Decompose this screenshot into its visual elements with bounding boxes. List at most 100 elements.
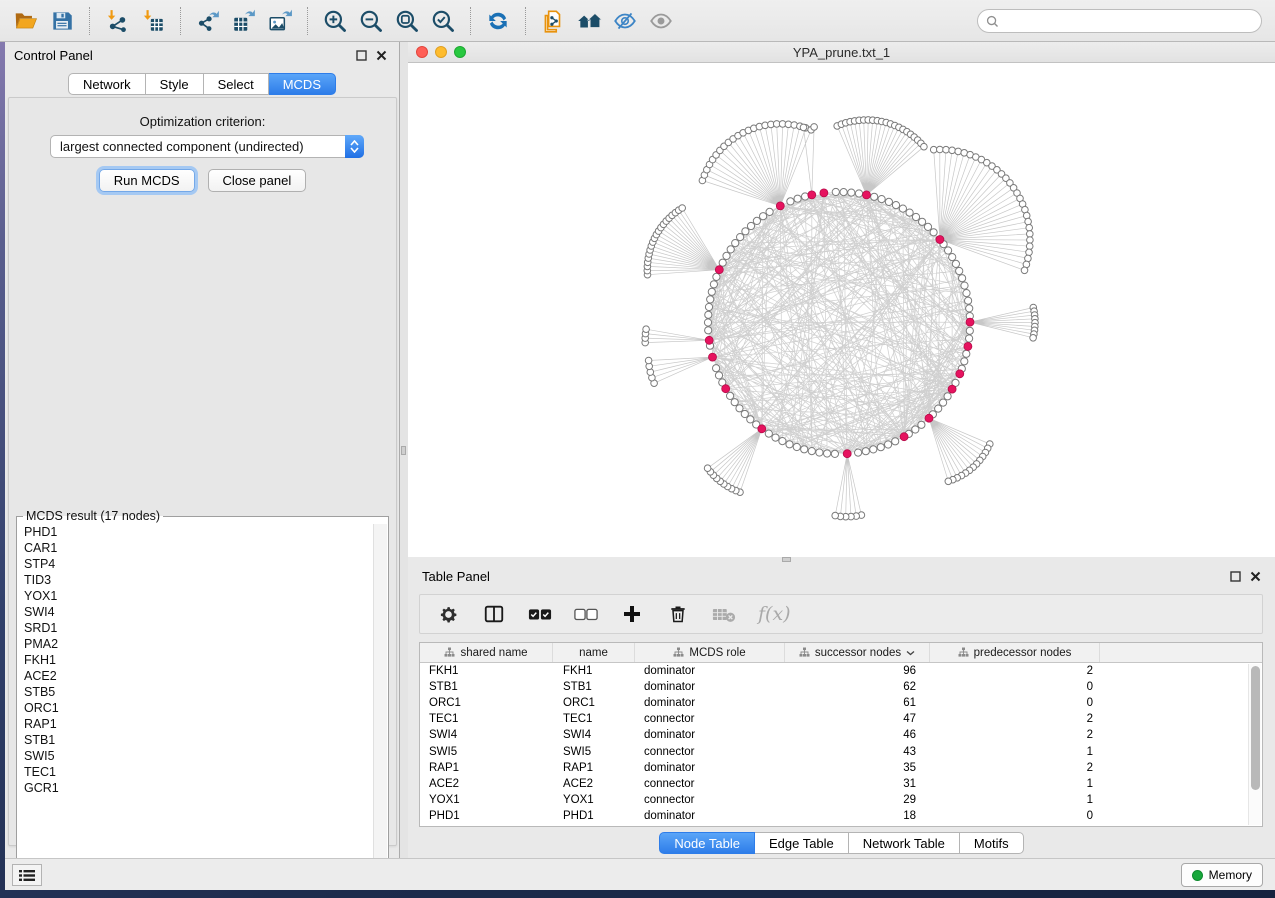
network-node[interactable] <box>715 372 722 379</box>
cell-predecessor-nodes[interactable]: 2 <box>930 762 1100 774</box>
run-mcds-button[interactable]: Run MCDS <box>99 169 195 192</box>
column-header-successor-nodes[interactable]: successor nodes <box>785 643 930 662</box>
apply-layout-icon[interactable] <box>480 4 516 38</box>
cell-predecessor-nodes[interactable]: 2 <box>930 729 1100 741</box>
mcds-node[interactable] <box>776 202 784 210</box>
tab-node-table[interactable]: Node Table <box>659 832 755 854</box>
tab-motifs[interactable]: Motifs <box>960 832 1024 854</box>
network-node[interactable] <box>966 327 973 334</box>
network-node[interactable] <box>753 217 760 224</box>
network-node[interactable] <box>848 189 855 196</box>
network-node[interactable] <box>940 399 947 406</box>
network-node[interactable] <box>779 438 786 445</box>
mcds-result-item[interactable]: TID3 <box>19 572 373 588</box>
network-node[interactable] <box>949 254 956 261</box>
table-row[interactable]: ACE2ACE2connector311 <box>420 776 1262 792</box>
network-node[interactable] <box>862 448 869 455</box>
mcds-node[interactable] <box>705 336 713 344</box>
table-row[interactable]: RAP1RAP1dominator352 <box>420 760 1262 776</box>
network-node[interactable] <box>870 446 877 453</box>
cell-successor-nodes[interactable]: 96 <box>785 665 930 677</box>
network-node[interactable] <box>961 358 968 365</box>
column-header-predecessor-nodes[interactable]: predecessor nodes <box>930 643 1100 662</box>
mcds-node[interactable] <box>964 342 972 350</box>
mcds-node[interactable] <box>722 385 730 393</box>
mcds-node[interactable] <box>709 353 717 361</box>
cell-predecessor-nodes[interactable]: 2 <box>930 665 1100 677</box>
network-node[interactable] <box>919 218 926 225</box>
delete-column-icon[interactable] <box>666 602 690 626</box>
cell-mcds-role[interactable]: dominator <box>635 697 785 709</box>
show-columns-icon[interactable] <box>482 602 506 626</box>
close-panel-icon[interactable] <box>376 50 387 61</box>
network-node[interactable] <box>679 205 686 212</box>
network-node[interactable] <box>719 259 726 266</box>
network-node[interactable] <box>831 450 838 457</box>
network-node[interactable] <box>935 405 942 412</box>
network-node[interactable] <box>811 124 818 131</box>
network-node[interactable] <box>727 392 734 399</box>
table-row[interactable]: SWI4SWI4dominator462 <box>420 727 1262 743</box>
cell-mcds-role[interactable]: dominator <box>635 729 785 741</box>
network-node[interactable] <box>1021 267 1028 274</box>
network-node[interactable] <box>723 252 730 259</box>
network-node[interactable] <box>961 282 968 289</box>
network-node[interactable] <box>1027 237 1034 244</box>
network-node[interactable] <box>704 465 711 472</box>
cell-name[interactable]: TEC1 <box>553 713 635 725</box>
network-node[interactable] <box>760 213 767 220</box>
cell-name[interactable]: RAP1 <box>553 762 635 774</box>
network-node[interactable] <box>885 198 892 205</box>
network-node[interactable] <box>787 198 794 205</box>
table-row[interactable]: FKH1FKH1dominator962 <box>420 663 1262 679</box>
cell-mcds-role[interactable]: dominator <box>635 810 785 822</box>
hide-selected-eye-icon[interactable] <box>607 4 643 38</box>
cell-mcds-role[interactable]: connector <box>635 746 785 758</box>
column-header-name[interactable]: name <box>553 643 635 662</box>
cell-shared-name[interactable]: ORC1 <box>420 697 553 709</box>
column-settings-gear-icon[interactable] <box>436 602 460 626</box>
mcds-result-item[interactable]: PHD1 <box>19 524 373 540</box>
cell-shared-name[interactable]: SWI4 <box>420 729 553 741</box>
network-node[interactable] <box>892 202 899 209</box>
cell-successor-nodes[interactable]: 61 <box>785 697 930 709</box>
network-node[interactable] <box>892 438 899 445</box>
network-node[interactable] <box>912 426 919 433</box>
cell-successor-nodes[interactable]: 35 <box>785 762 930 774</box>
cell-predecessor-nodes[interactable]: 2 <box>930 713 1100 725</box>
close-panel-icon[interactable] <box>1250 571 1261 582</box>
network-node[interactable] <box>877 444 884 451</box>
network-node[interactable] <box>713 273 720 280</box>
table-row[interactable]: ORC1ORC1dominator610 <box>420 695 1262 711</box>
cell-successor-nodes[interactable]: 46 <box>785 729 930 741</box>
tab-select[interactable]: Select <box>204 73 269 95</box>
network-node[interactable] <box>918 421 925 428</box>
network-node[interactable] <box>1023 212 1030 219</box>
cell-shared-name[interactable]: SWI5 <box>420 746 553 758</box>
network-node[interactable] <box>786 441 793 448</box>
network-node[interactable] <box>707 296 714 303</box>
network-node[interactable] <box>1026 249 1033 256</box>
cell-name[interactable]: ORC1 <box>553 697 635 709</box>
network-node[interactable] <box>705 303 712 310</box>
network-node[interactable] <box>747 222 754 229</box>
network-node[interactable] <box>871 193 878 200</box>
clone-network-icon[interactable] <box>535 4 571 38</box>
mcds-result-item[interactable]: ACE2 <box>19 668 373 684</box>
mcds-result-item[interactable]: FKH1 <box>19 652 373 668</box>
mcds-result-item[interactable]: SWI5 <box>19 748 373 764</box>
network-node[interactable] <box>705 327 712 334</box>
network-node[interactable] <box>921 143 928 150</box>
close-panel-button[interactable]: Close panel <box>208 169 307 192</box>
cell-mcds-role[interactable]: dominator <box>635 762 785 774</box>
mcds-node[interactable] <box>820 189 828 197</box>
select-all-checkboxes-icon[interactable] <box>528 602 552 626</box>
mcds-node[interactable] <box>966 318 974 326</box>
network-node[interactable] <box>937 146 944 153</box>
memory-button[interactable]: Memory <box>1181 863 1263 887</box>
network-node[interactable] <box>1026 224 1033 231</box>
mcds-node[interactable] <box>936 236 944 244</box>
cell-successor-nodes[interactable]: 47 <box>785 713 930 725</box>
tab-network[interactable]: Network <box>68 73 146 95</box>
cell-predecessor-nodes[interactable]: 1 <box>930 778 1100 790</box>
